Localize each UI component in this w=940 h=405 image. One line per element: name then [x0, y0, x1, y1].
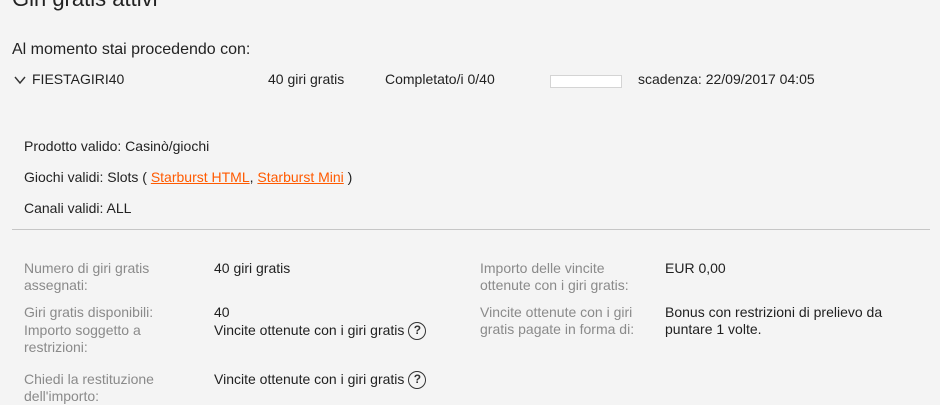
paid-form-value: Bonus con restrizioni di prelievo da pun… — [665, 304, 883, 337]
valid-channels: Canali validi: ALL — [24, 200, 132, 216]
page-title: Giri gratis attivi — [12, 0, 157, 12]
valid-product: Prodotto valido: Casinò/giochi — [24, 138, 210, 154]
valid-games-suffix: ) — [347, 169, 353, 185]
available-spins-label: Giri gratis disponibili: — [24, 304, 154, 320]
section-divider — [12, 229, 930, 230]
winnings-label: Importo delle vincite ottenute con i gir… — [480, 260, 629, 293]
bonus-completed: Completato/i 0/40 — [385, 71, 495, 87]
game-link-starburst-mini[interactable]: Starburst Mini — [257, 169, 343, 185]
page-subtitle: Al momento stai procedendo con: — [12, 41, 251, 58]
restricted-amount-text: Vincite ottenute con i giri gratis — [214, 322, 405, 338]
winnings-value: EUR 0,00 — [665, 260, 726, 276]
paid-form-label: Vincite ottenute con i giri gratis pagat… — [480, 304, 635, 337]
bonus-code[interactable]: FIESTAGIRI40 — [32, 71, 124, 87]
help-icon[interactable]: ? — [408, 371, 427, 390]
assigned-spins-value: 40 giri gratis — [214, 260, 291, 276]
assigned-spins-label: Numero di giri gratis assegnati: — [24, 260, 150, 293]
valid-games: Giochi validi: Slots ( Starburst HTML, S… — [24, 169, 352, 185]
available-spins-value: 40 — [214, 304, 230, 320]
chevron-down-icon[interactable] — [14, 74, 26, 86]
refund-value: Vincite ottenute con i giri gratis? — [214, 371, 427, 390]
progress-bar — [550, 75, 622, 88]
bonus-expiry: scadenza: 22/09/2017 04:05 — [638, 71, 815, 87]
help-icon[interactable]: ? — [408, 322, 427, 341]
valid-games-prefix: Giochi validi: Slots ( — [24, 169, 147, 185]
refund-text: Vincite ottenute con i giri gratis — [214, 371, 405, 387]
restricted-amount-label: Importo soggetto a restrizioni: — [24, 322, 141, 355]
bonus-spins: 40 giri gratis — [268, 71, 345, 87]
restricted-amount-value: Vincite ottenute con i giri gratis? — [214, 322, 427, 341]
valid-games-separator: , — [249, 169, 254, 185]
game-link-starburst-html[interactable]: Starburst HTML — [151, 169, 250, 185]
